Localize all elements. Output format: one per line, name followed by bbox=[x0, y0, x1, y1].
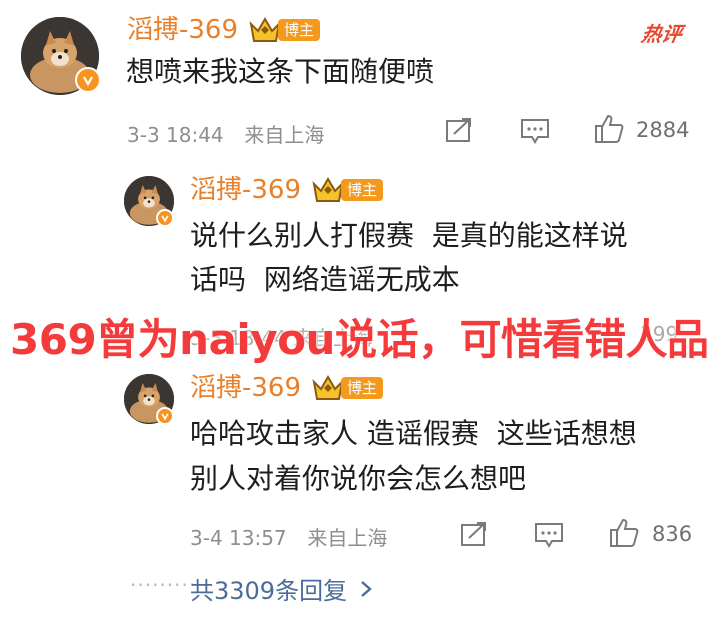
share-icon[interactable] bbox=[460, 521, 488, 547]
divider-dots: ········· bbox=[130, 573, 197, 597]
verified-icon bbox=[156, 209, 174, 227]
comment-text: 想喷来我这条下面随便喷 bbox=[126, 55, 435, 88]
reply-text-line1: 哈哈攻击家人 造谣假赛 这些话想想 bbox=[190, 417, 637, 450]
hot-comment-label: 热评 bbox=[639, 22, 684, 46]
comment-location: 来自上海 bbox=[307, 526, 388, 550]
comment-date: 3-4 13:57 bbox=[190, 526, 287, 550]
username[interactable]: 滔搏-369 bbox=[127, 15, 238, 45]
crown-icon bbox=[312, 375, 344, 400]
comment-meta: 3-3 18:44 来自上海 bbox=[127, 119, 324, 148]
reply-text-line1: 说什么别人打假赛 是真的能这样说 bbox=[190, 219, 628, 252]
more-replies-link[interactable]: 共3309条回复 bbox=[190, 571, 377, 606]
comment-icon[interactable] bbox=[534, 522, 564, 548]
crown-icon bbox=[249, 17, 281, 42]
verified-icon bbox=[156, 407, 174, 425]
username[interactable]: 滔搏-369 bbox=[190, 373, 301, 403]
thumbs-up-icon[interactable] bbox=[593, 113, 625, 145]
reply-text-line2: 话吗 网络造谣无成本 bbox=[190, 263, 460, 296]
like-count: 2884 bbox=[636, 118, 690, 142]
comment-location: 来自上海 bbox=[244, 123, 325, 147]
reply-text-line2: 别人对着你说你会怎么想吧 bbox=[190, 462, 527, 495]
share-icon[interactable] bbox=[445, 117, 473, 143]
chevron-right-icon bbox=[361, 580, 372, 597]
comment-date: 3-3 18:44 bbox=[127, 123, 224, 147]
overlay-caption: 369曾为naiyou说话，可惜看错人品 bbox=[10, 315, 709, 364]
verified-icon bbox=[75, 67, 101, 93]
comment-meta: 3-4 13:57 来自上海 bbox=[190, 522, 387, 551]
like-count: 836 bbox=[652, 522, 693, 546]
blogger-badge: 博主 bbox=[278, 19, 321, 41]
blogger-badge: 博主 bbox=[341, 377, 384, 399]
blogger-badge: 博主 bbox=[341, 179, 384, 201]
comment-icon[interactable] bbox=[520, 118, 550, 144]
thumbs-up-icon[interactable] bbox=[608, 517, 640, 549]
username[interactable]: 滔搏-369 bbox=[190, 175, 301, 205]
more-replies-label[interactable]: 共3309条回复 bbox=[190, 571, 347, 606]
crown-icon bbox=[312, 177, 344, 202]
